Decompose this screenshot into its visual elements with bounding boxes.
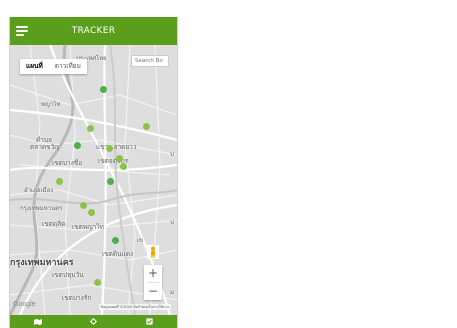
tracker-marker[interactable]	[74, 142, 81, 149]
map-label: ตลาดขวัญ	[30, 143, 60, 151]
map-label: เขตดินแดง	[102, 250, 134, 258]
zoom-control: + −	[144, 265, 162, 300]
app-title: TRACKER	[71, 26, 116, 36]
tracker-marker[interactable]	[88, 209, 95, 216]
zoom-in-button[interactable]: +	[144, 265, 162, 282]
map-type-toggle: แผนที่ ดาวเทียม	[20, 59, 87, 74]
map-label: พญาไท	[41, 101, 61, 108]
app-bar: TRACKER	[10, 17, 177, 45]
map-label: เขตพญาไท	[72, 223, 104, 231]
bottom-nav-bar	[10, 315, 177, 328]
map-label: อำเภอเมือง	[24, 187, 54, 194]
search-input[interactable]	[131, 55, 169, 67]
map-label: เขตดุสิต	[42, 220, 66, 228]
map-label: แขวง ลาดยาว	[96, 143, 137, 151]
map-icon[interactable]	[28, 315, 48, 328]
tracker-marker[interactable]	[120, 163, 127, 170]
map-label: กรุงเทพมหานคร	[20, 205, 63, 212]
tracker-marker[interactable]	[94, 279, 101, 286]
checkbox-icon[interactable]	[139, 315, 159, 328]
map-attribution[interactable]: ข้อมูลแผนที่ ©2020 ข้อกำหนดในการใช้งาน	[98, 304, 171, 310]
map-type-satellite-tab[interactable]: ดาวเทียม	[49, 59, 87, 74]
map-view[interactable]: ประเทศไทย พญาไท ตำบล ตลาดขวัญ แขวง ลาดยา…	[10, 45, 177, 315]
tracker-marker[interactable]	[87, 125, 94, 132]
tracker-marker[interactable]	[80, 202, 87, 209]
tracker-marker[interactable]	[116, 155, 123, 162]
tracker-marker[interactable]	[100, 86, 107, 93]
tracker-marker[interactable]	[143, 123, 150, 130]
map-label-bangkok: กรุงเทพมหานคร	[10, 258, 74, 268]
map-label: เขตปทุมวัน	[52, 271, 84, 279]
tracker-marker[interactable]	[106, 145, 113, 152]
google-logo: Google	[13, 301, 36, 308]
street-view-pegman-icon[interactable]	[147, 244, 159, 259]
map-label: ป	[170, 219, 174, 226]
map-label: เขตบางซื่อ	[52, 159, 83, 167]
map-label: ม	[170, 289, 174, 296]
zoom-out-button[interactable]: −	[144, 283, 162, 300]
tracker-marker[interactable]	[56, 178, 63, 185]
map-label: ป	[170, 151, 174, 158]
settings-icon[interactable]	[83, 315, 103, 328]
phone-frame: TRACKER ประเทศไทย พญาไท ตำบล ตลาดขวัญ แข…	[9, 17, 178, 328]
tracker-marker[interactable]	[112, 237, 119, 244]
map-type-map-tab[interactable]: แผนที่	[20, 59, 49, 74]
map-label: เข	[137, 237, 144, 244]
tracker-marker[interactable]	[107, 178, 114, 185]
map-label: เขตบางรัก	[62, 294, 92, 302]
